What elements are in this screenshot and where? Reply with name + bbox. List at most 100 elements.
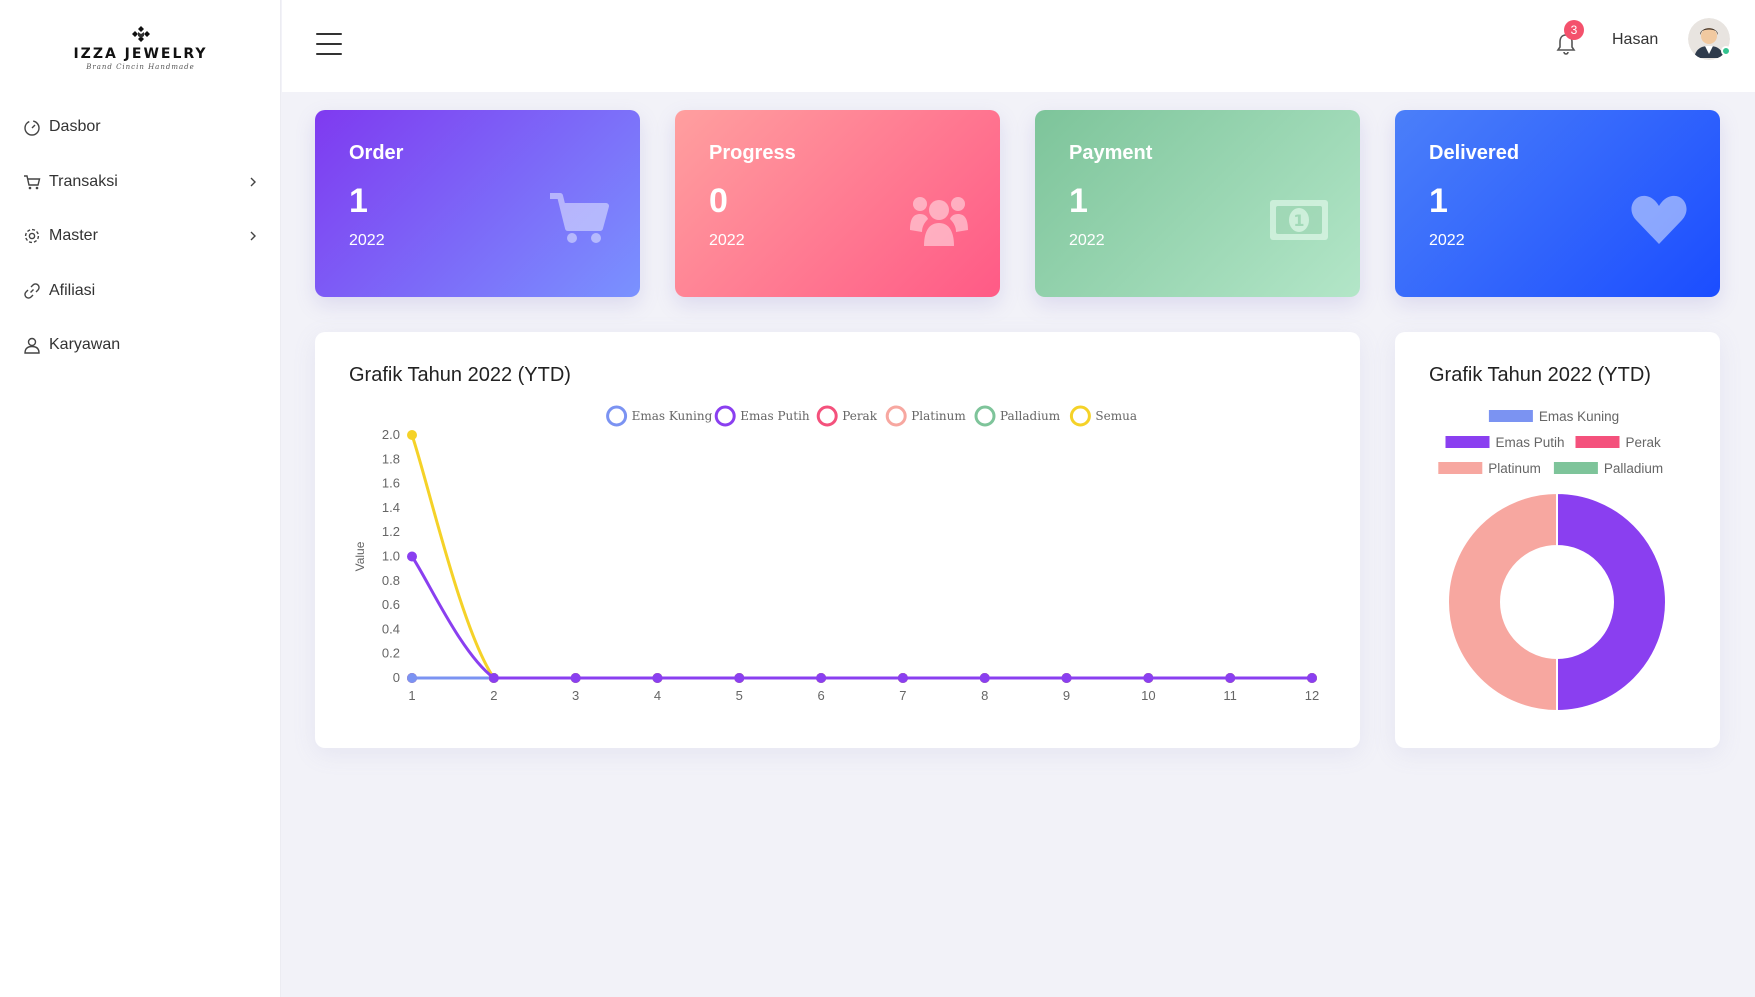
legend-label: Emas Kuning	[632, 409, 713, 423]
donut-chart-panel: Grafik Tahun 2022 (YTD) Emas Kuning Emas …	[1395, 332, 1720, 748]
legend-label: Palladium	[1000, 409, 1061, 423]
cart-icon	[22, 172, 42, 192]
data-point	[897, 673, 908, 683]
legend-marker	[606, 405, 628, 427]
top-header: 3 Hasan	[282, 0, 1755, 92]
legend-item: Palladium	[974, 405, 1061, 427]
chart-legend: Emas Kuning Emas Putih Perak Platinum Pallad…	[606, 405, 1137, 427]
menu-toggle-button[interactable]	[316, 33, 342, 57]
y-tick-label: 1.4	[382, 500, 400, 515]
x-tick-label: 12	[1305, 688, 1319, 703]
data-point	[1307, 673, 1317, 683]
legend-label: Palladium	[1604, 461, 1663, 476]
chart-legend: Emas Kuning Emas Putih Perak Platinum Pallad…	[1438, 409, 1663, 476]
sidebar-item-transaksi[interactable]: Transaksi	[0, 155, 281, 210]
x-tick-label: 6	[817, 688, 824, 703]
notification-badge: 3	[1564, 20, 1584, 40]
data-point	[979, 673, 990, 683]
donut-chart: Emas Kuning Emas Putih Perak Platinum Pallad…	[1438, 409, 1667, 713]
hamburger-line	[316, 33, 342, 35]
y-tick-label: 0.6	[382, 597, 400, 612]
legend-label: Perak	[1626, 435, 1662, 450]
online-status-indicator	[1721, 46, 1731, 56]
sidebar-item-master[interactable]: Master	[0, 209, 281, 264]
chevron-right-icon	[250, 231, 256, 241]
legend-item: Perak	[816, 405, 878, 427]
legend-swatch	[1488, 410, 1533, 422]
data-point	[652, 673, 663, 683]
legend-label: Perak	[842, 409, 878, 423]
legend-label: Emas Putih	[1496, 435, 1565, 450]
sidebar-nav: Dasbor Transaksi Master Afiliasi Karyawa…	[0, 100, 281, 373]
x-tick-label: 3	[572, 688, 579, 703]
y-axis-label: Value	[353, 541, 367, 571]
brand-logo[interactable]: IZZA JEWELRY Brand Cincin Handmade	[0, 26, 281, 71]
legend-label: Semua	[1095, 409, 1137, 423]
legend-marker	[974, 405, 996, 427]
x-tick-label: 2	[490, 688, 497, 703]
legend-swatch	[1575, 436, 1620, 448]
order-card[interactable]: Order 1 2022	[315, 110, 640, 297]
brand-name: IZZA JEWELRY	[73, 46, 208, 62]
chevron-right-icon	[250, 177, 256, 187]
legend-item: Emas Putih	[1445, 435, 1565, 450]
x-tick-label: 1	[408, 688, 415, 703]
legend-label: Emas Putih	[740, 409, 810, 423]
line-chart-panel: Grafik Tahun 2022 (YTD) Emas Kuning Emas …	[315, 332, 1360, 748]
sidebar-item-label: Master	[49, 227, 98, 245]
svg-text:1: 1	[1293, 211, 1304, 230]
sidebar-item-label: Transaksi	[49, 172, 118, 190]
legend-item: Semua	[1069, 405, 1137, 427]
card-year: 2022	[1069, 232, 1105, 249]
slice-emas-putih	[1556, 491, 1667, 713]
brand-tagline: Brand Cincin Handmade	[86, 63, 195, 71]
legend-label: Emas Kuning	[1539, 409, 1619, 424]
series-emas-putih	[407, 551, 1317, 683]
x-tick-label: 8	[981, 688, 988, 703]
x-tick-label: 5	[736, 688, 743, 703]
y-tick-label: 1.2	[382, 524, 400, 539]
cart-icon	[550, 193, 609, 243]
gear-icon	[22, 226, 42, 246]
legend-swatch	[1553, 462, 1598, 474]
delivered-card[interactable]: Delivered 1 2022	[1395, 110, 1720, 297]
data-point	[816, 673, 827, 683]
series-line	[410, 434, 1312, 680]
legend-label: Platinum	[1488, 461, 1541, 476]
data-point	[1225, 673, 1236, 683]
x-tick-label: 7	[899, 688, 906, 703]
user-icon	[22, 335, 42, 355]
hamburger-line	[316, 53, 342, 55]
legend-marker	[816, 405, 838, 427]
card-value: 1	[349, 182, 368, 220]
legend-marker	[714, 405, 736, 427]
sidebar-item-label: Dasbor	[49, 118, 101, 136]
hamburger-line	[316, 43, 342, 45]
data-point	[1061, 673, 1072, 683]
card-title: Progress	[709, 142, 796, 164]
data-point	[407, 551, 417, 562]
card-value: 1	[1069, 182, 1088, 220]
y-tick-label: 0.2	[382, 646, 400, 661]
sidebar-item-karyawan[interactable]: Karyawan	[0, 318, 281, 373]
legend-swatch	[1438, 462, 1483, 474]
user-name[interactable]: Hasan	[1612, 31, 1658, 49]
link-icon	[22, 281, 42, 301]
series-line	[410, 555, 1312, 680]
progress-card[interactable]: Progress 0 2022	[675, 110, 1000, 297]
payment-card[interactable]: Payment 1 2022 1	[1035, 110, 1360, 297]
dashboard-icon	[22, 117, 42, 137]
card-value: 1	[1429, 182, 1448, 220]
sidebar-item-label: Karyawan	[49, 336, 121, 354]
legend-item: Perak	[1575, 435, 1662, 450]
data-point	[488, 673, 499, 683]
sidebar-item-dasbor[interactable]: Dasbor	[0, 100, 281, 155]
sidebar-item-afiliasi[interactable]: Afiliasi	[0, 264, 281, 319]
y-tick-label: 1.8	[382, 451, 400, 466]
users-icon	[910, 197, 968, 246]
diamond-logo-icon	[131, 26, 150, 42]
y-tick-label: 1.0	[382, 549, 400, 564]
y-tick-label: 1.6	[382, 476, 400, 491]
x-tick-label: 11	[1223, 688, 1237, 703]
x-tick-label: 10	[1141, 688, 1155, 703]
